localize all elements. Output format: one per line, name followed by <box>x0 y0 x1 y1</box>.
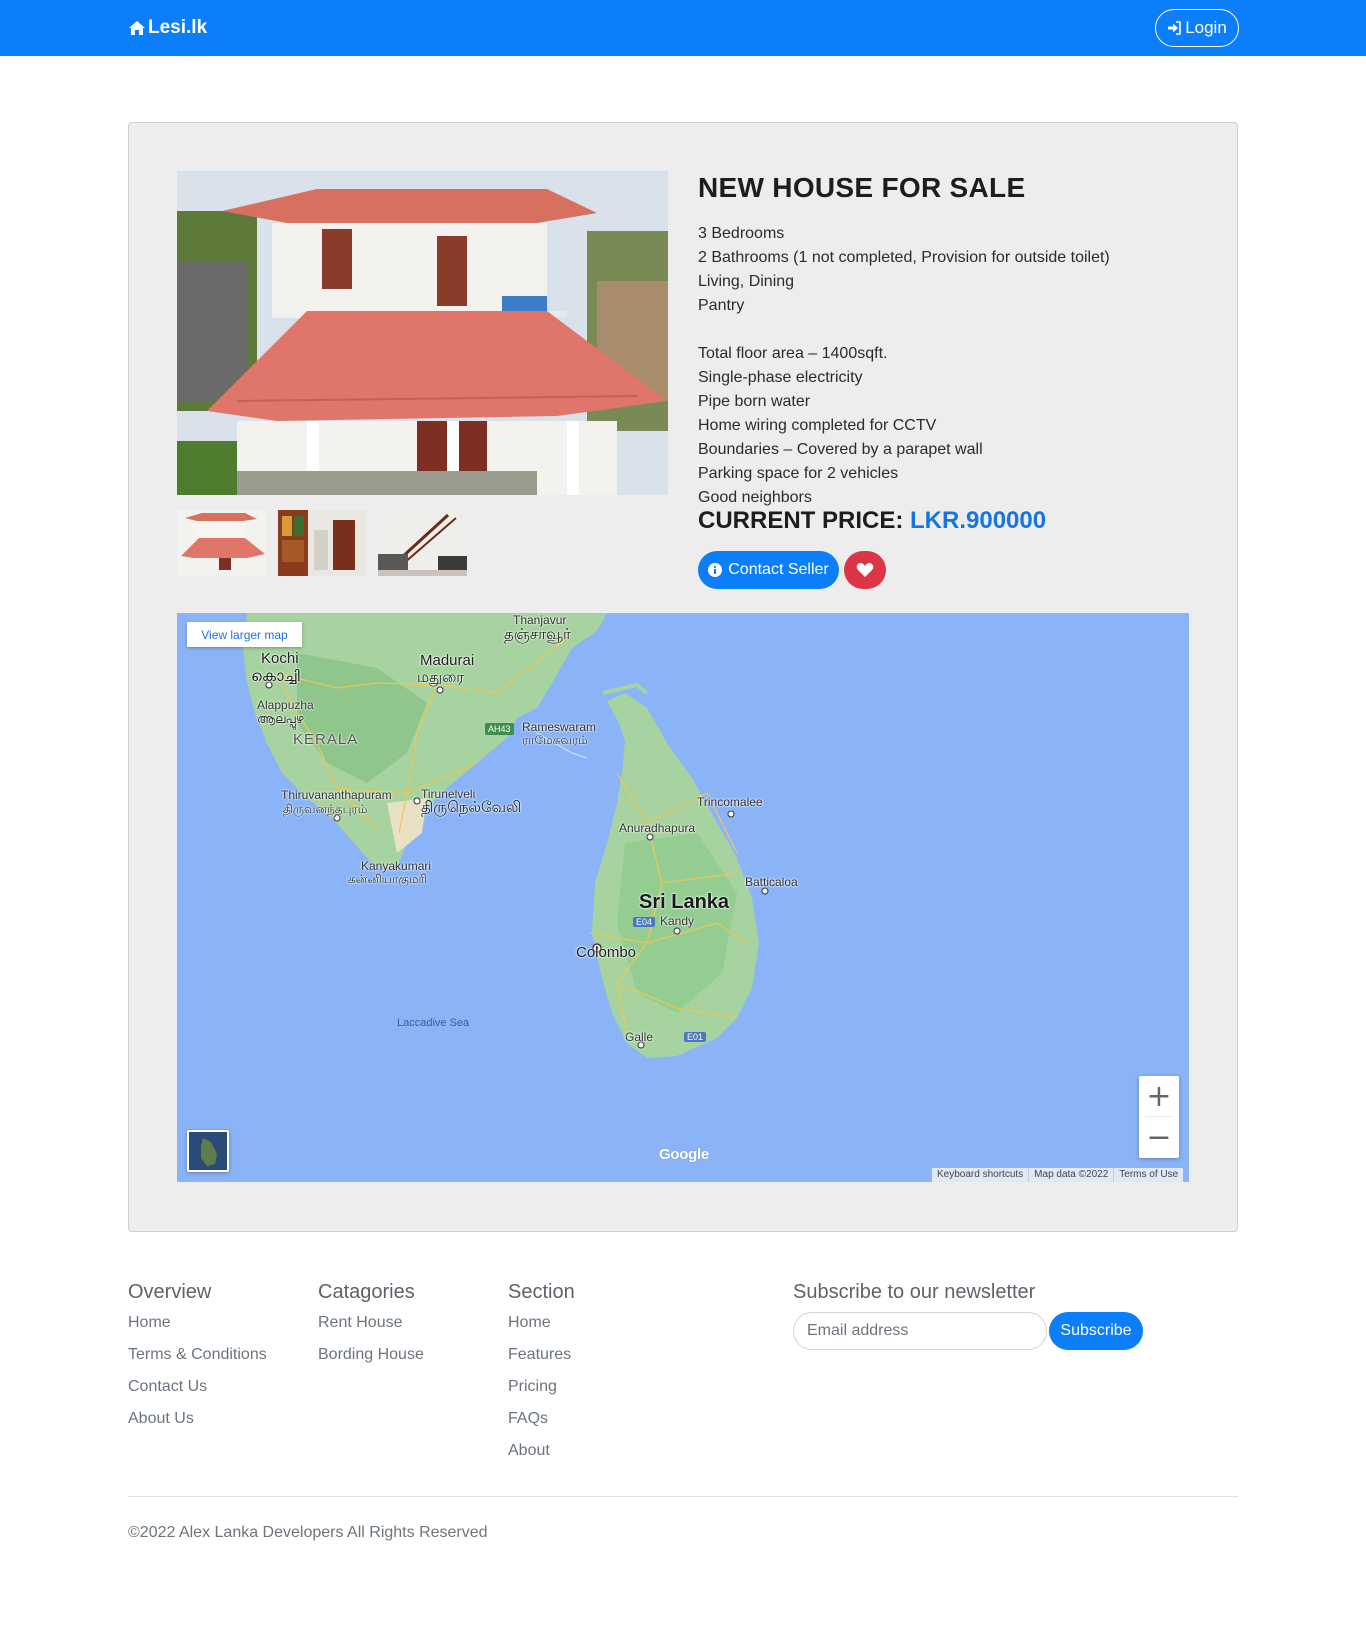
map-label-batticaloa: Batticaloa <box>745 875 798 889</box>
brand-name: Lesi.lk <box>148 17 208 38</box>
view-larger-map-link[interactable]: View larger map <box>187 622 302 647</box>
map-label-madurai-tamil: மதுரை <box>417 669 465 686</box>
map-label-thiruvananthapuram: Thiruvananthapuram <box>281 788 392 802</box>
main-house-photo <box>177 171 668 495</box>
login-button[interactable]: Login <box>1155 9 1239 47</box>
thumbnail-2[interactable] <box>278 510 367 576</box>
map-label-thanjavur: Thanjavur <box>513 613 567 627</box>
map-label-kandy: Kandy <box>660 914 695 928</box>
satellite-thumbnail-icon <box>189 1132 227 1170</box>
description-line: Parking space for 2 vehicles <box>698 465 899 482</box>
footer-link-home[interactable]: Home <box>128 1314 171 1332</box>
map-data-text: Map data ©2022 <box>1028 1168 1114 1182</box>
heart-icon <box>856 563 874 577</box>
description-line: 3 Bedrooms <box>698 225 785 242</box>
map-label-trincomalee: Trincomalee <box>697 795 763 809</box>
footer-section-heading: Section <box>508 1281 575 1303</box>
description-line: Boundaries – Covered by a parapet wall <box>698 441 983 458</box>
top-navbar: Lesi.lk Login <box>0 0 1366 56</box>
map-highway-e01: E01 <box>684 1032 707 1042</box>
terms-of-use-link[interactable]: Terms of Use <box>1113 1168 1184 1182</box>
thumbnail-3[interactable] <box>378 510 467 576</box>
description-line: Total floor area – 1400sqft. <box>698 345 888 362</box>
map-label-thiruvananthapuram-tamil: திருவனந்தபுரம் <box>283 802 368 816</box>
zoom-in-button[interactable]: + <box>1139 1076 1179 1116</box>
thumbnail-1[interactable] <box>177 510 266 576</box>
listing-description: 3 Bedrooms 2 Bathrooms (1 not completed,… <box>698 222 1218 510</box>
map-label-kanyakumari-tamil: கன்னியாகுமரி <box>348 872 428 886</box>
description-line: Pantry <box>698 297 745 314</box>
favorite-button[interactable] <box>844 551 886 589</box>
map-attribution-bar: Keyboard shortcuts Map data ©2022 Terms … <box>932 1168 1184 1182</box>
map-label-kanyakumari: Kanyakumari <box>361 859 432 873</box>
footer-categories-heading: Catagories <box>318 1281 415 1303</box>
description-line: Single-phase electricity <box>698 369 863 386</box>
description-line: Living, Dining <box>698 273 795 290</box>
footer-link-pricing[interactable]: Pricing <box>508 1378 557 1396</box>
map-label-laccadive-sea: Laccadive Sea <box>397 1017 470 1029</box>
footer-link-faqs[interactable]: FAQs <box>508 1410 548 1428</box>
footer-link-section-home[interactable]: Home <box>508 1314 551 1332</box>
footer-link-features[interactable]: Features <box>508 1346 571 1364</box>
footer-link-about[interactable]: About <box>508 1442 550 1460</box>
brand-link[interactable]: Lesi.lk <box>128 17 207 39</box>
newsletter-heading: Subscribe to our newsletter <box>793 1281 1036 1303</box>
map-highway-e04: E04 <box>633 917 656 927</box>
map-label-tirunelveli-tamil: திருநெல்வேலி <box>421 799 522 816</box>
description-line <box>698 318 1218 342</box>
zoom-out-button[interactable]: − <box>1139 1117 1179 1157</box>
newsletter-email-input[interactable] <box>793 1312 1047 1350</box>
contact-seller-label: Contact Seller <box>728 561 829 578</box>
current-price: CURRENT PRICE: LKR.900000 <box>698 507 1046 535</box>
footer-link-bording-house[interactable]: Bording House <box>318 1346 424 1364</box>
description-line: 2 Bathrooms (1 not completed, Provision … <box>698 249 1110 266</box>
map-label-alappuzha-malayalam: ആലപ്പുഴ <box>257 712 304 726</box>
satellite-view-toggle[interactable] <box>187 1130 229 1172</box>
google-logo: Google <box>659 1146 709 1163</box>
map-label-kochi-malayalam: കൊച്ചി <box>251 668 300 685</box>
home-icon <box>129 21 145 35</box>
map-label-galle: Galle <box>625 1030 654 1044</box>
description-line: Pipe born water <box>698 393 811 410</box>
map-label-kochi: Kochi <box>261 650 299 667</box>
map-label-thanjavur-tamil: தஞ்சாவூர் <box>504 626 571 643</box>
sign-in-icon <box>1168 21 1181 35</box>
price-label: CURRENT PRICE: <box>698 507 904 534</box>
map-label-rameswaram-tamil: ராமேசுவரம் <box>522 733 588 747</box>
map-label-alappuzha: Alappuzha <box>257 698 314 712</box>
footer-link-contact[interactable]: Contact Us <box>128 1378 207 1396</box>
listing-title: NEW HOUSE FOR SALE <box>698 172 1026 203</box>
copyright-text: ©2022 Alex Lanka Developers All Rights R… <box>128 1524 488 1541</box>
map-zoom-controls: + − <box>1139 1076 1179 1158</box>
location-map[interactable]: Thanjavur தஞ்சாவூர் Kochi കൊച്ചി Madurai… <box>177 613 1189 1182</box>
footer-divider <box>128 1496 1238 1497</box>
subscribe-button[interactable]: Subscribe <box>1049 1312 1143 1350</box>
price-value: LKR.900000 <box>910 507 1047 534</box>
map-label-colombo: Colombo <box>576 944 637 961</box>
info-circle-icon <box>708 563 723 577</box>
description-line: Home wiring completed for CCTV <box>698 417 937 434</box>
map-label-anuradhapura: Anuradhapura <box>619 821 696 835</box>
footer-link-about-us[interactable]: About Us <box>128 1410 194 1428</box>
keyboard-shortcuts-link[interactable]: Keyboard shortcuts <box>932 1168 1029 1182</box>
footer-overview-heading: Overview <box>128 1281 212 1303</box>
contact-seller-button[interactable]: Contact Seller <box>698 551 839 589</box>
footer-link-terms[interactable]: Terms & Conditions <box>128 1346 267 1364</box>
footer-link-rent-house[interactable]: Rent House <box>318 1314 403 1332</box>
map-highway-ah43: AH43 <box>485 723 514 735</box>
login-label: Login <box>1185 18 1227 37</box>
map-label-madurai: Madurai <box>420 652 475 669</box>
map-label-rameswaram: Rameswaram <box>522 720 597 734</box>
map-label-kerala: KERALA <box>293 731 359 748</box>
map-label-sri-lanka: Sri Lanka <box>639 891 730 913</box>
